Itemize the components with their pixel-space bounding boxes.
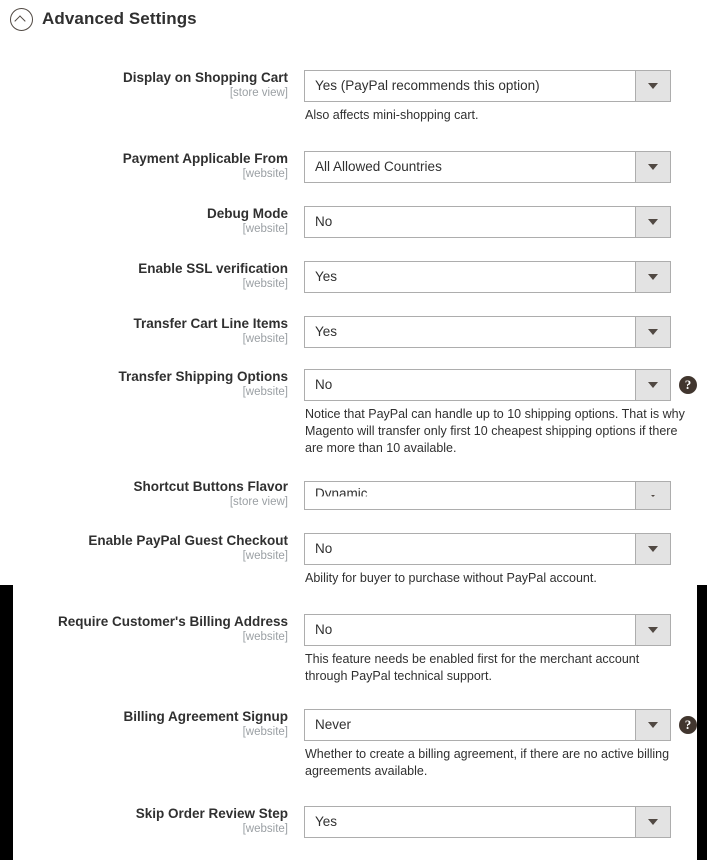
field-control-group: No [304, 206, 671, 238]
chevron-down-icon[interactable] [635, 71, 670, 101]
field-label: Transfer Shipping Options [118, 369, 288, 384]
field-label-group: Enable SSL verification [website] [0, 261, 288, 292]
field-label-group: Shortcut Buttons Flavor [store view] [0, 479, 289, 510]
chevron-down-icon[interactable] [635, 370, 670, 400]
field-label: Billing Agreement Signup [123, 709, 288, 724]
select-dropdown[interactable]: Yes [304, 261, 671, 293]
field-label-group: Billing Agreement Signup [website] [0, 709, 288, 740]
field-label-group: Transfer Shipping Options [website] [0, 369, 288, 400]
field-label: Require Customer's Billing Address [57, 614, 288, 629]
field-label-group: Skip Order Review Step [website] [0, 806, 288, 837]
select-dropdown[interactable]: Yes [304, 316, 671, 348]
field-scope-label: [store view] [229, 496, 288, 508]
chevron-down-icon[interactable] [635, 534, 670, 564]
select-dropdown[interactable]: Yes [304, 806, 671, 838]
select-selected-value: Dynamic [315, 485, 368, 501]
field-label-group: Display on Shopping Cart [store view] [0, 70, 288, 101]
question-mark-circle-icon[interactable]: ? [679, 376, 697, 394]
field-label: Transfer Cart Line Items [133, 316, 288, 331]
select-selected-value: Never [315, 717, 352, 732]
select-dropdown[interactable]: Never [304, 709, 671, 741]
field-label-group: Payment Applicable From [website] [0, 151, 288, 182]
field-control-group: Dynamic [304, 481, 671, 510]
select-selected-value: No [315, 541, 333, 556]
field-note: Whether to create a billing agreement, i… [305, 747, 670, 778]
question-mark-circle-icon[interactable]: ? [679, 716, 697, 734]
select-selected-value: Yes (PayPal recommends this option) [315, 78, 540, 93]
chevron-down-icon[interactable] [635, 262, 670, 292]
chevron-down-icon[interactable] [635, 207, 670, 237]
select-selected-value: No [315, 377, 333, 392]
advanced-settings-form: Display on Shopping Cart [store view] Yes … [0, 0, 707, 860]
field-label: Payment Applicable From [122, 151, 288, 166]
chevron-down-icon[interactable] [635, 710, 670, 740]
chevron-down-icon[interactable] [635, 317, 670, 347]
select-dropdown[interactable]: No [304, 614, 671, 646]
field-label-group: Require Customer's Billing Address [websi… [0, 614, 288, 645]
field-scope-label: [website] [242, 223, 288, 235]
field-scope-label: [website] [242, 168, 288, 180]
select-dropdown[interactable]: Yes (PayPal recommends this option) [304, 70, 671, 102]
select-selected-value: All Allowed Countries [315, 159, 442, 174]
field-label: Shortcut Buttons Flavor [133, 479, 289, 494]
select-selected-value: Yes [315, 324, 338, 339]
chevron-down-icon[interactable] [635, 807, 670, 837]
select-dropdown[interactable]: All Allowed Countries [304, 151, 671, 183]
field-control-group: Never? Whether to create a billing agreem… [304, 709, 697, 780]
select-selected-value: Yes [315, 814, 338, 829]
select-dropdown[interactable]: Dynamic [304, 481, 671, 510]
chevron-down-icon[interactable] [635, 152, 670, 182]
field-label: Skip Order Review Step [135, 806, 288, 821]
select-dropdown[interactable]: No [304, 533, 671, 565]
field-label-group: Transfer Cart Line Items [website] [0, 316, 288, 347]
field-control-group: No Ability for buyer to purchase without … [304, 533, 685, 587]
field-label: Display on Shopping Cart [122, 70, 288, 85]
viewport-crop-bar-right [697, 585, 707, 860]
field-control-group: Yes (PayPal recommends this option) Also … [304, 70, 685, 124]
field-scope-label: [website] [242, 386, 288, 398]
field-scope-label: [website] [242, 550, 288, 562]
select-selected-value: No [315, 214, 333, 229]
field-scope-label: [website] [242, 333, 288, 345]
field-control-group: No This feature needs be enabled first fo… [304, 614, 685, 685]
field-control-group: Yes [304, 806, 671, 838]
field-control-group: Yes [304, 261, 671, 293]
field-note: This feature needs be enabled first for … [305, 652, 640, 683]
field-label-group: Enable PayPal Guest Checkout [website] [0, 533, 288, 564]
field-scope-label: [website] [242, 631, 288, 643]
field-scope-label: [website] [242, 278, 288, 290]
chevron-down-icon[interactable] [635, 615, 670, 645]
chevron-down-icon[interactable] [635, 482, 670, 509]
field-control-group: No? Notice that PayPal can handle up to 1… [304, 369, 697, 457]
field-scope-label: [website] [242, 726, 288, 738]
field-note: Notice that PayPal can handle up to 10 s… [305, 407, 685, 455]
field-scope-label: [store view] [229, 87, 288, 99]
field-label: Debug Mode [207, 206, 288, 221]
select-selected-value: No [315, 622, 333, 637]
field-label: Enable PayPal Guest Checkout [88, 533, 288, 548]
select-selected-value: Yes [315, 269, 338, 284]
field-control-group: Yes [304, 316, 671, 348]
field-label: Enable SSL verification [138, 261, 288, 276]
field-note: Ability for buyer to purchase without Pa… [305, 571, 597, 585]
field-scope-label: [website] [242, 823, 288, 835]
viewport-crop-bar-left [0, 585, 13, 860]
select-dropdown[interactable]: No [304, 369, 671, 401]
select-dropdown[interactable]: No [304, 206, 671, 238]
field-label-group: Debug Mode [website] [0, 206, 288, 237]
field-control-group: All Allowed Countries [304, 151, 671, 183]
field-note: Also affects mini-shopping cart. [305, 108, 479, 122]
